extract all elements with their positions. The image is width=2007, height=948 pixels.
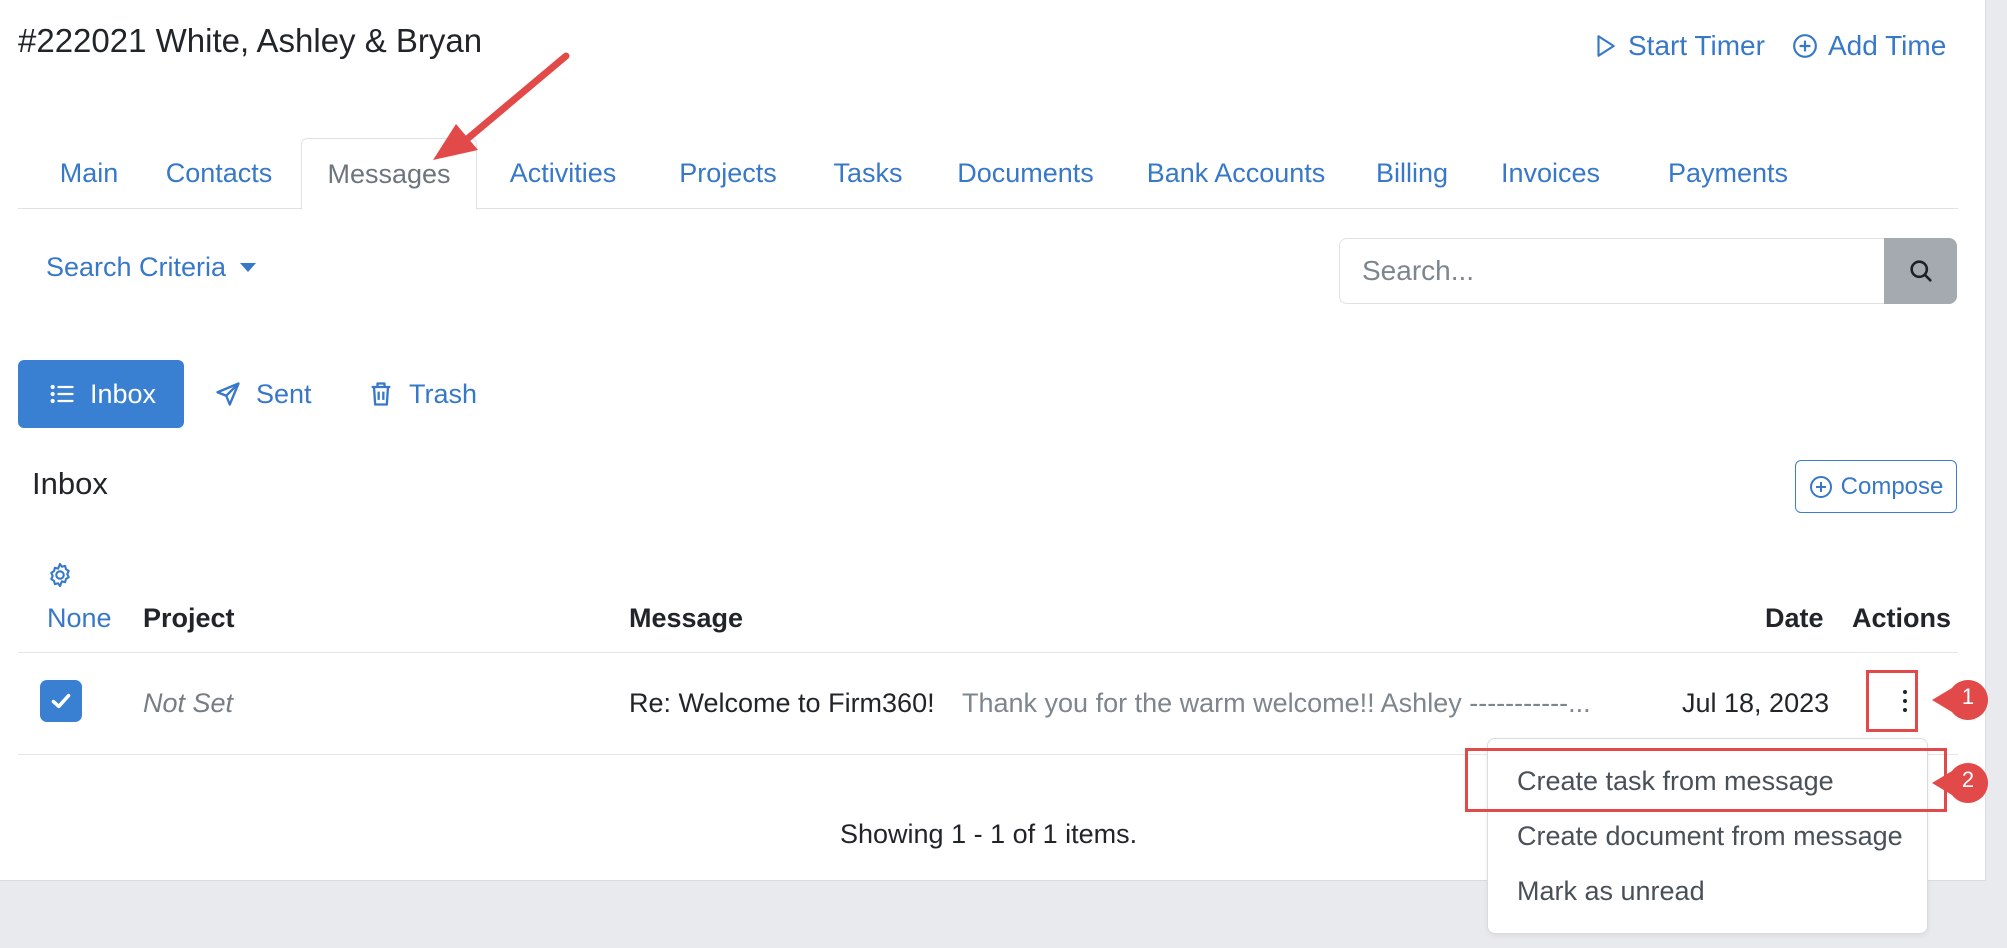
row-subject[interactable]: Re: Welcome to Firm360! <box>629 688 935 719</box>
search-group <box>1339 238 1957 304</box>
search-criteria-toggle[interactable]: Search Criteria <box>46 252 257 283</box>
search-button[interactable] <box>1884 238 1957 304</box>
sent-label: Sent <box>256 378 312 409</box>
tab-invoices[interactable]: Invoices <box>1493 138 1608 209</box>
add-time-button[interactable]: Add Time <box>1792 30 1946 62</box>
column-header-date[interactable]: Date <box>1765 603 1824 634</box>
callout-1-number: 1 <box>1961 684 1975 709</box>
header-divider <box>18 652 1958 653</box>
tab-bar: Main Contacts Messages Activities Projec… <box>18 138 1958 210</box>
list-icon <box>50 384 74 404</box>
compose-label: Compose <box>1840 472 1944 500</box>
start-timer-button[interactable]: Start Timer <box>1592 30 1765 62</box>
page-title: #222021 White, Ashley & Bryan <box>18 22 483 59</box>
add-time-label: Add Time <box>1828 30 1947 61</box>
trash-icon <box>371 382 391 406</box>
trash-button[interactable]: Trash <box>367 360 477 428</box>
compose-button[interactable]: Compose <box>1795 460 1957 513</box>
row-date: Jul 18, 2023 <box>1682 688 1830 718</box>
start-timer-label: Start Timer <box>1628 30 1765 61</box>
menu-item-mark-unread[interactable]: Mark as unread <box>1517 876 1705 907</box>
callout-1-badge: 1 <box>1930 677 1990 723</box>
highlight-box-create-task <box>1465 748 1947 812</box>
section-title: Inbox <box>32 466 108 501</box>
tab-activities[interactable]: Activities <box>488 138 638 209</box>
plus-circle-icon <box>1793 34 1817 58</box>
row-project: Not Set <box>143 688 234 718</box>
caret-down-icon <box>240 263 257 272</box>
column-header-actions: Actions <box>1852 603 1952 633</box>
sent-button[interactable]: Sent <box>214 360 312 428</box>
menu-item-create-document[interactable]: Create document from message <box>1517 821 1903 852</box>
callout-2-badge: 2 <box>1930 760 1990 806</box>
tab-bank-accounts[interactable]: Bank Accounts <box>1131 138 1341 209</box>
row-checkbox[interactable] <box>40 680 82 722</box>
play-icon <box>1597 35 1615 57</box>
inbox-button[interactable]: Inbox <box>18 360 185 428</box>
tab-tasks[interactable]: Tasks <box>818 138 918 209</box>
column-header-message[interactable]: Message <box>629 603 743 634</box>
search-icon <box>1909 260 1932 282</box>
tab-main[interactable]: Main <box>36 138 142 209</box>
tab-billing[interactable]: Billing <box>1362 138 1462 209</box>
tab-contacts[interactable]: Contacts <box>156 138 282 209</box>
send-icon <box>216 382 240 406</box>
inbox-label: Inbox <box>90 378 157 409</box>
search-criteria-label: Search Criteria <box>46 252 227 282</box>
pagination-summary: Showing 1 - 1 of 1 items. <box>840 819 1138 849</box>
gear-icon[interactable] <box>46 561 74 589</box>
highlight-box-actions <box>1866 670 1918 732</box>
select-none-link[interactable]: None <box>47 603 112 634</box>
callout-2-number: 2 <box>1961 767 1975 792</box>
trash-label: Trash <box>409 378 478 409</box>
column-header-project[interactable]: Project <box>143 603 235 634</box>
tab-messages[interactable]: Messages <box>301 138 477 210</box>
tab-payments[interactable]: Payments <box>1658 138 1798 209</box>
tab-documents[interactable]: Documents <box>938 138 1113 209</box>
row-preview[interactable]: Thank you for the warm welcome!! Ashley … <box>962 688 1591 719</box>
checkmark-icon <box>51 693 71 709</box>
tab-projects[interactable]: Projects <box>658 138 798 209</box>
plus-circle-icon <box>1809 475 1832 498</box>
search-input[interactable] <box>1339 238 1884 304</box>
